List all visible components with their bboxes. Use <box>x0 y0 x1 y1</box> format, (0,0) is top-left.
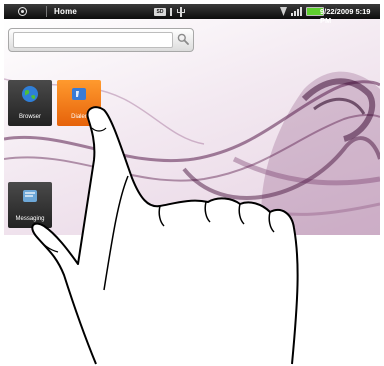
pointing-hand-icon <box>31 106 299 365</box>
